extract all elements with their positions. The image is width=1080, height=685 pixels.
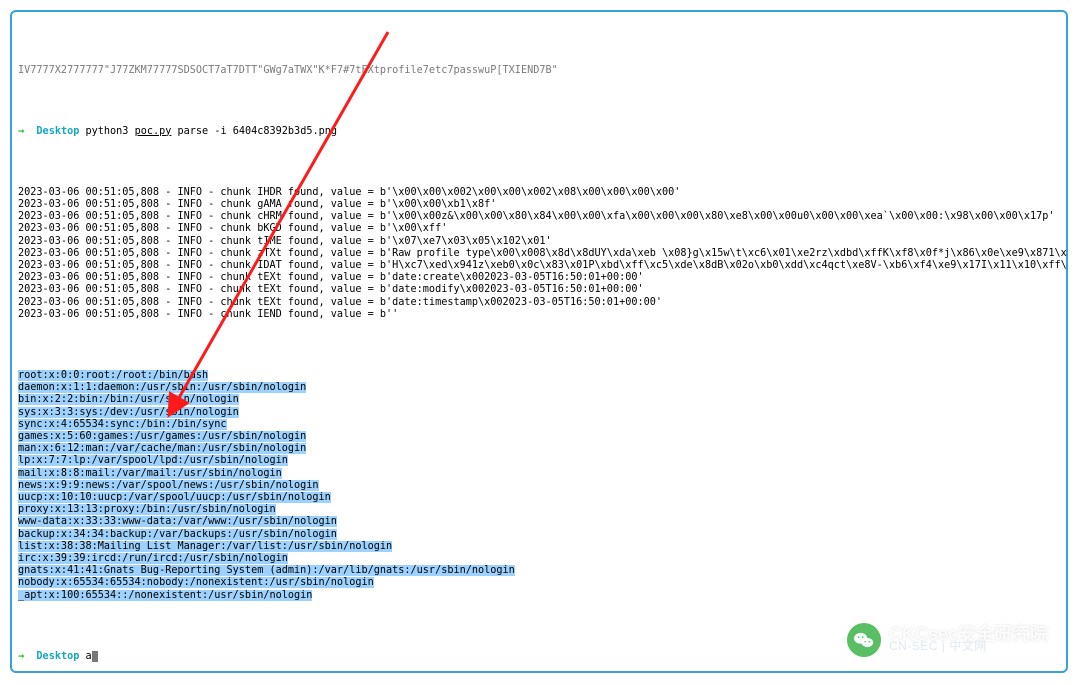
passwd-line: proxy:x:13:13:proxy:/bin:/usr/sbin/nolog… bbox=[18, 504, 276, 515]
passwd-line: backup:x:34:34:backup:/var/backups:/usr/… bbox=[18, 529, 337, 540]
log-line: 2023-03-06 00:51:05,808 - INFO - chunk I… bbox=[18, 260, 1060, 272]
command-line-1: → Desktop python3 poc.py parse -i 6404c8… bbox=[18, 126, 1060, 138]
log-line: 2023-03-06 00:51:05,808 - INFO - chunk t… bbox=[18, 297, 1060, 309]
log-output: 2023-03-06 00:51:05,808 - INFO - chunk I… bbox=[18, 187, 1060, 321]
log-line: 2023-03-06 00:51:05,808 - INFO - chunk t… bbox=[18, 284, 1060, 296]
terminal-window[interactable]: IV7777X2777777"J77ZKM77777SDSOCT7aT7DTT"… bbox=[10, 10, 1068, 673]
log-line: 2023-03-06 00:51:05,808 - INFO - chunk c… bbox=[18, 211, 1060, 223]
log-line: 2023-03-06 00:51:05,808 - INFO - chunk g… bbox=[18, 199, 1060, 211]
command-python: python3 bbox=[86, 126, 135, 137]
command-script: poc.py bbox=[135, 126, 172, 137]
passwd-line: sync:x:4:65534:sync:/bin:/bin/sync bbox=[18, 419, 227, 430]
passwd-line: news:x:9:9:news:/var/spool/news:/usr/sbi… bbox=[18, 480, 319, 491]
passwd-line: list:x:38:38:Mailing List Manager:/var/l… bbox=[18, 541, 392, 552]
command-line-2[interactable]: → Desktop a bbox=[18, 651, 1060, 663]
passwd-line: gnats:x:41:41:Gnats Bug-Reporting System… bbox=[18, 565, 515, 576]
passwd-line: irc:x:39:39:ircd:/run/ircd:/usr/sbin/nol… bbox=[18, 553, 288, 564]
passwd-line: sys:x:3:3:sys:/dev:/usr/sbin/nologin bbox=[18, 407, 239, 418]
passwd-line: root:x:0:0:root:/root:/bin/bash bbox=[18, 370, 208, 381]
passwd-line: daemon:x:1:1:daemon:/usr/sbin:/usr/sbin/… bbox=[18, 382, 306, 393]
command-args: parse -i 6404c8392b3d5.png bbox=[171, 126, 337, 137]
prompt-dir: Desktop bbox=[36, 651, 79, 662]
log-line: 2023-03-06 00:51:05,808 - INFO - chunk I… bbox=[18, 187, 1060, 199]
log-line: 2023-03-06 00:51:05,808 - INFO - chunk z… bbox=[18, 248, 1060, 260]
hex-output-line: IV7777X2777777"J77ZKM77777SDSOCT7aT7DTT"… bbox=[18, 65, 1060, 77]
passwd-line: uucp:x:10:10:uucp:/var/spool/uucp:/usr/s… bbox=[18, 492, 331, 503]
terminal-viewport[interactable]: IV7777X2777777"J77ZKM77777SDSOCT7aT7DTT"… bbox=[12, 12, 1066, 671]
log-line: 2023-03-06 00:51:05,808 - INFO - chunk I… bbox=[18, 309, 1060, 321]
passwd-line: _apt:x:100:65534::/nonexistent:/usr/sbin… bbox=[18, 590, 312, 601]
passwd-line: www-data:x:33:33:www-data:/var/www:/usr/… bbox=[18, 516, 337, 527]
log-line: 2023-03-06 00:51:05,808 - INFO - chunk t… bbox=[18, 272, 1060, 284]
prompt-arrow-icon: → bbox=[18, 651, 24, 662]
log-line: 2023-03-06 00:51:05,808 - INFO - chunk t… bbox=[18, 236, 1060, 248]
passwd-line: nobody:x:65534:65534:nobody:/nonexistent… bbox=[18, 577, 374, 588]
passwd-line: games:x:5:60:games:/usr/games:/usr/sbin/… bbox=[18, 431, 306, 442]
log-line: 2023-03-06 00:51:05,808 - INFO - chunk b… bbox=[18, 223, 1060, 235]
prompt-arrow-icon: → bbox=[18, 126, 24, 137]
passwd-line: man:x:6:12:man:/var/cache/man:/usr/sbin/… bbox=[18, 443, 306, 454]
cursor-icon bbox=[92, 651, 98, 662]
prompt-dir: Desktop bbox=[36, 126, 79, 137]
passwd-line: lp:x:7:7:lp:/var/spool/lpd:/usr/sbin/nol… bbox=[18, 455, 288, 466]
passwd-output-selection[interactable]: root:x:0:0:root:/root:/bin/bashdaemon:x:… bbox=[18, 370, 1060, 602]
passwd-line: bin:x:2:2:bin:/bin:/usr/sbin/nologin bbox=[18, 394, 239, 405]
passwd-line: mail:x:8:8:mail:/var/mail:/usr/sbin/nolo… bbox=[18, 468, 282, 479]
